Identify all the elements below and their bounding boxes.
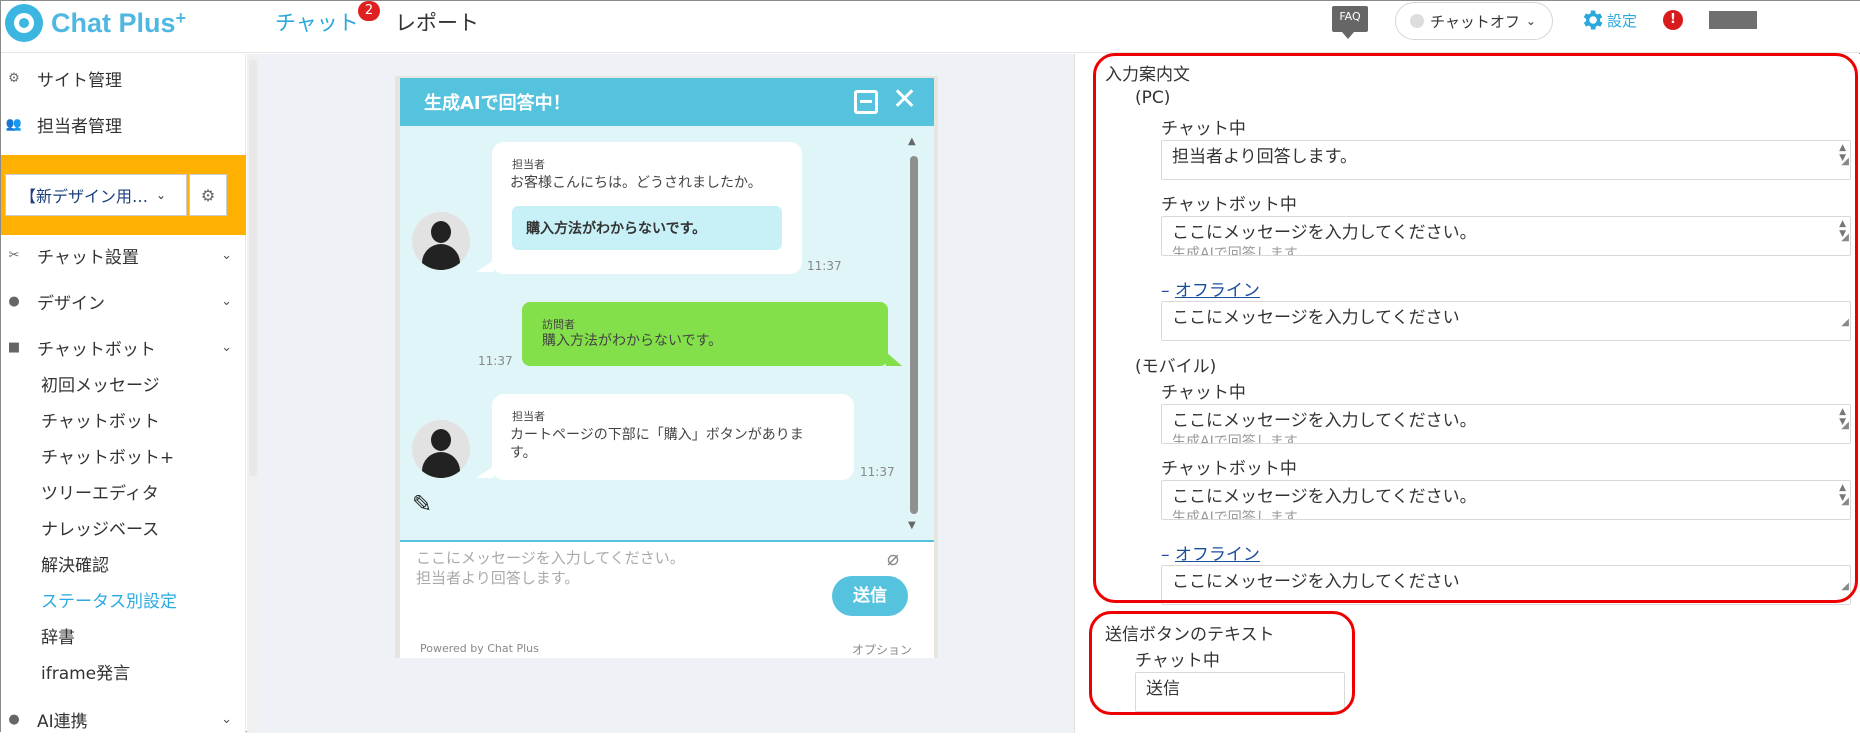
app-logo[interactable]: Chat Plus+ [5, 3, 186, 43]
message-sender: 担当者 [512, 158, 545, 171]
placeholder-line: ここにメッセージを入力してください。 [416, 549, 685, 567]
message-time: 11:37 [478, 354, 513, 368]
site-selector-panel: 【新デザイン用… ⌄ ⚙ [1, 155, 246, 235]
chevron-down-icon: ⌄ [221, 293, 232, 309]
sidebar-item-label: 担当者管理 [37, 116, 122, 137]
message-sender: 担当者 [512, 410, 545, 423]
sidebar-item-label: AI連携 [37, 711, 88, 732]
agent-avatar [412, 212, 470, 270]
typing-pen-icon: ✎ [412, 490, 433, 518]
gears-icon: ⚙ [8, 70, 20, 86]
chevron-down-icon: ⌄ [156, 188, 167, 202]
status-select-label: チャットオフ [1430, 12, 1520, 31]
gear-icon [1583, 10, 1603, 30]
message-text: カートページの下部に「購入」ボタンがありま す。 [510, 426, 840, 462]
sidebar-sub-chatbot[interactable]: チャットボット [41, 407, 160, 432]
sidebar-item-design[interactable]: ● デザイン ⌄ [1, 283, 246, 319]
minimize-icon[interactable] [854, 90, 878, 114]
sidebar-sub-status-settings[interactable]: ステータス別設定 [41, 587, 177, 612]
logo-text: Chat Plus+ [51, 7, 187, 38]
status-dot-icon [1410, 14, 1424, 28]
message-time: 11:37 [860, 465, 895, 479]
input-divider [400, 540, 934, 542]
chat-widget-preview: 生成AIで回答中！ ✕ ▲ ▼ 担当者 お客様こんにちは。どうされましたか。 購… [400, 78, 934, 658]
powered-by-text: Powered by Chat Plus [420, 642, 539, 655]
top-header: Chat Plus+ チャット 2 レポート FAQ チャットオフ ⌄ 設定 ! [1, 1, 1860, 53]
faq-icon[interactable]: FAQ [1332, 6, 1368, 39]
message-text: 購入方法がわからないです。 [542, 333, 723, 349]
message-input[interactable]: ここにメッセージを入力してください。 担当者より回答します。 [416, 548, 856, 588]
send-button[interactable]: 送信 [832, 576, 908, 616]
chat-plus-logo-icon [5, 4, 43, 42]
settings-button[interactable]: 設定 [1579, 7, 1637, 33]
sidebar-sub-resolution-check[interactable]: 解決確認 [41, 551, 109, 576]
sidebar-sub-iframe[interactable]: iframe発言 [41, 659, 130, 684]
widget-title: 生成AIで回答中！ [424, 93, 571, 114]
sidebar-item-site-management[interactable]: ⚙ サイト管理 [1, 60, 246, 96]
chevron-down-icon: ⌄ [221, 711, 232, 727]
app-window: Chat Plus+ チャット 2 レポート FAQ チャットオフ ⌄ 設定 !… [0, 0, 1860, 733]
scroll-down-icon[interactable]: ▼ [908, 520, 916, 531]
sidebar-sub-tree-editor[interactable]: ツリーエディタ [41, 479, 159, 504]
chevron-down-icon: ⌄ [221, 247, 232, 263]
chat-count-badge: 2 [358, 1, 380, 21]
quick-reply-button[interactable]: 購入方法がわからないです。 [512, 206, 782, 250]
users-icon: 👥 [5, 116, 23, 132]
nav-chat-tab[interactable]: チャット [275, 7, 359, 37]
chevron-down-icon: ⌄ [221, 339, 232, 355]
message-text-line: す。 [510, 445, 537, 461]
chat-bubbles-icon: ■ [7, 339, 21, 355]
sidebar-item-label: サイト管理 [37, 70, 122, 91]
message-text: お客様こんにちは。どうされましたか。 [510, 175, 762, 191]
highlight-send-button-text [1089, 611, 1355, 715]
chat-scrollbar-thumb[interactable] [910, 156, 918, 514]
paperclip-icon[interactable]: ⌀ [887, 546, 899, 570]
sidebar-sub-initial-message[interactable]: 初回メッセージ [41, 371, 160, 396]
settings-label: 設定 [1607, 11, 1638, 30]
sidebar-item-label: デザイン [37, 293, 105, 314]
sidebar-item-staff-management[interactable]: 👥 担当者管理 [1, 106, 246, 142]
sidebar-item-chat-setup[interactable]: ✂ チャット設置 ⌄ [1, 237, 246, 273]
site-select-label: 【新デザイン用… [20, 187, 149, 206]
sidebar-sub-dictionary[interactable]: 辞書 [41, 623, 75, 648]
sidebar-item-label: チャットボット [37, 339, 156, 360]
alert-icon[interactable]: ! [1663, 10, 1683, 30]
message-sender: 訪問者 [542, 318, 575, 331]
visitor-message-bubble: 訪問者 購入方法がわからないです。 [522, 302, 902, 366]
option-link[interactable]: オプション [852, 641, 912, 658]
message-text-line: カートページの下部に「購入」ボタンがありま [510, 427, 804, 443]
chat-status-select[interactable]: チャットオフ ⌄ [1395, 2, 1553, 40]
tools-icon: ✂ [8, 247, 20, 263]
sidebar-sub-knowledge-base[interactable]: ナレッジベース [41, 515, 159, 540]
highlight-input-guide [1093, 53, 1858, 603]
sidebar-item-label: チャット設置 [37, 247, 139, 268]
sidebar-scrollbar-thumb[interactable] [249, 59, 257, 477]
palette-icon: ● [8, 293, 20, 309]
agent-message-bubble: 担当者 お客様こんにちは。どうされましたか。 購入方法がわからないです。 [476, 142, 802, 274]
user-name-redacted[interactable] [1709, 11, 1757, 29]
sidebar-sub-chatbot-plus[interactable]: チャットボット+ [41, 443, 174, 468]
lightbulb-icon: ● [8, 711, 20, 727]
placeholder-line: 担当者より回答します。 [416, 569, 580, 587]
scroll-up-icon[interactable]: ▲ [908, 136, 916, 147]
message-time: 11:37 [807, 259, 842, 273]
nav-report-tab[interactable]: レポート [395, 7, 479, 37]
close-icon[interactable]: ✕ [892, 84, 917, 116]
chevron-down-icon: ⌄ [1525, 14, 1536, 28]
agent-message-bubble: 担当者 カートページの下部に「購入」ボタンがありま す。 [476, 394, 854, 480]
site-gear-icon[interactable]: ⚙ [189, 174, 227, 216]
agent-avatar [412, 420, 470, 478]
sidebar-item-chatbot[interactable]: ■ チャットボット ⌄ [1, 329, 246, 365]
site-select[interactable]: 【新デザイン用… ⌄ [5, 174, 187, 216]
